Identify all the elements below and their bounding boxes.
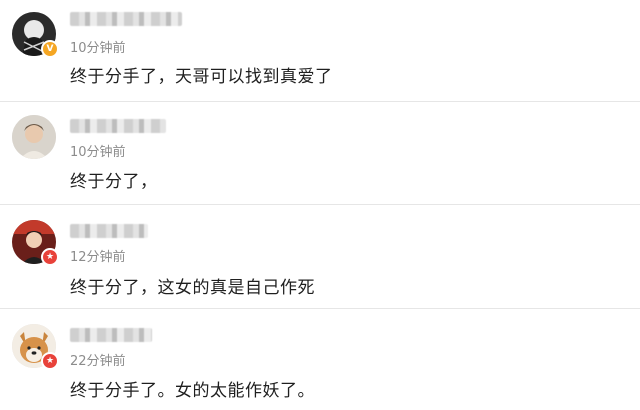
username[interactable] bbox=[70, 12, 182, 26]
avatar[interactable] bbox=[12, 115, 56, 159]
comment-item: ★ 12分钟前 终于分了，这女的真是自己作死 bbox=[0, 204, 640, 309]
username[interactable] bbox=[70, 328, 152, 342]
verified-v-icon: V bbox=[41, 40, 59, 58]
username[interactable] bbox=[70, 224, 148, 238]
comment-text: 终于分手了。女的太能作妖了。 bbox=[70, 381, 315, 401]
comment-time: 22分钟前 bbox=[70, 354, 126, 369]
comment-time: 10分钟前 bbox=[70, 41, 126, 56]
comment-item: 10分钟前 终于分了， bbox=[0, 101, 640, 205]
comment-item: V 10分钟前 终于分手了，天哥可以找到真爱了 bbox=[0, 0, 640, 102]
comment-list: V 10分钟前 终于分手了，天哥可以找到真爱了 10分钟前 终于分了， ★ 12… bbox=[0, 0, 640, 410]
avatar-image bbox=[12, 115, 56, 159]
comment-time: 10分钟前 bbox=[70, 145, 126, 160]
comment-text: 终于分了，这女的真是自己作死 bbox=[70, 278, 315, 298]
comment-text: 终于分了， bbox=[70, 172, 158, 192]
comment-item: ★ 22分钟前 终于分手了。女的太能作妖了。 bbox=[0, 308, 640, 410]
star-badge-icon: ★ bbox=[41, 352, 59, 370]
comment-time: 12分钟前 bbox=[70, 250, 126, 265]
username[interactable] bbox=[70, 119, 166, 133]
star-badge-icon: ★ bbox=[41, 248, 59, 266]
comment-text: 终于分手了，天哥可以找到真爱了 bbox=[70, 67, 333, 87]
